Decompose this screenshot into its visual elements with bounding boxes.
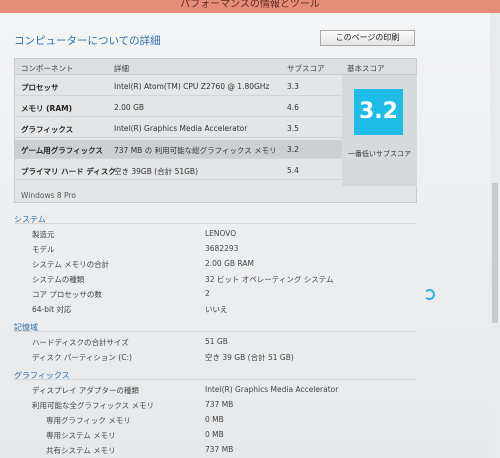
loading-spinner-icon [424,289,435,300]
component-subscore: 5.4 [287,166,299,175]
column-header-base-score: 基本スコア [347,64,385,73]
info-label: ハードディスクの合計サイズ [32,338,129,347]
info-value: 3682293 [205,244,239,253]
component-label: プロセッサ [21,83,59,92]
component-detail: 空き 39GB (合計 51GB) [114,167,199,176]
performance-window: コンピューターについての詳細 このページの印刷 コンポーネント 詳細 サブスコア… [0,13,500,458]
component-label: メモリ (RAM) [21,104,73,113]
component-subscore: 4.6 [287,103,299,112]
info-label: 専用システム メモリ [46,431,116,440]
window-title: パフォーマンスの情報とツール [180,0,320,10]
component-detail: 2.00 GB [114,103,145,112]
component-label: プライマリ ハード ディスク [21,167,116,176]
section-divider [14,331,416,332]
info-value: 空き 39 GB (合計 51 GB) [205,353,294,362]
score-table-header: コンポーネント 詳細 サブスコア 基本スコア [15,59,416,75]
info-label: ディスプレイ アダプターの種類 [32,386,139,395]
score-panel: コンポーネント 詳細 サブスコア 基本スコア プロセッサ Intel(R) At… [14,58,417,203]
column-header-subscore: サブスコア [287,64,325,73]
info-label: 製造元 [32,230,55,239]
component-subscore: 3.5 [287,124,299,133]
section-divider [14,223,416,224]
base-score-caption: 一番低いサブスコア [348,150,411,158]
info-label: 64-bit 対応 [32,305,72,314]
info-value: 0 MB [205,415,224,424]
info-value: 0 MB [205,430,224,439]
component-label: グラフィックス [21,125,74,134]
component-detail: 737 MB の 利用可能な総グラフィックス メモリ [114,146,277,155]
component-subscore: 3.3 [287,82,299,91]
info-value: Intel(R) Graphics Media Accelerator [205,385,339,394]
info-label: 専用グラフィック メモリ [46,416,131,425]
info-label: モデル [32,245,55,254]
info-value: 32 ビット オペレーティング システム [205,275,334,284]
info-value: いいえ [205,305,228,314]
info-value: LENOVO [205,229,237,238]
section-divider [14,379,416,380]
column-header-component: コンポーネント [21,64,74,73]
info-value: 51 GB [205,337,228,346]
info-value: 2 [205,289,210,298]
info-value: 737 MB [205,400,234,409]
vertical-scrollbar[interactable] [490,13,500,458]
component-label: ゲーム用グラフィックス [21,146,103,155]
info-label: 利用可能な全グラフィックス メモリ [32,401,155,410]
info-value: 737 MB [205,445,234,454]
info-label: 共有システム メモリ [46,446,116,455]
print-page-button[interactable]: このページの印刷 [320,30,415,46]
window-titlebar: パフォーマンスの情報とツール [0,0,500,13]
os-edition: Windows 8 Pro [21,191,76,200]
component-detail: Intel(R) Graphics Media Accelerator [114,124,248,133]
column-header-detail: 詳細 [114,64,129,73]
info-label: システムの種類 [32,275,85,284]
info-label: コア プロセッサの数 [32,290,102,299]
info-label: ディスク パーティション (C:) [32,353,132,362]
page-title: コンピューターについての詳細 [14,35,161,47]
base-score-column: 3.2 一番低いサブスコア [342,75,417,186]
info-value: 2.00 GB RAM [205,259,254,268]
info-label: システム メモリの合計 [32,260,110,269]
scrollbar-thumb[interactable] [492,183,498,323]
component-subscore: 3.2 [287,145,299,154]
base-score-tile: 3.2 [354,89,403,135]
component-detail: Intel(R) Atom(TM) CPU Z2760 @ 1.80GHz [114,82,270,91]
